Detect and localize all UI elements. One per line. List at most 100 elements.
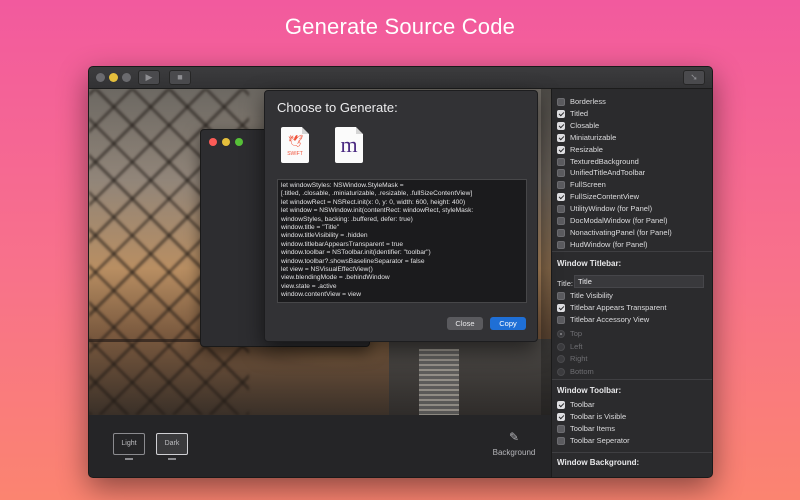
title-field-label: Title: — [557, 279, 573, 288]
run-button[interactable]: ▶ — [138, 70, 160, 85]
style-mask-option[interactable]: UnifiedTitleAndToolbar — [557, 168, 712, 179]
export-button[interactable]: ➘ — [683, 70, 705, 85]
preview-minimize-button[interactable] — [222, 138, 230, 146]
checkbox[interactable] — [557, 304, 565, 312]
checkbox[interactable] — [557, 98, 565, 106]
style-mask-option[interactable]: Closable — [557, 121, 712, 132]
style-mask-option[interactable]: Resizable — [557, 145, 712, 156]
swift-bird-icon: 🕊 — [288, 134, 304, 148]
title-input[interactable] — [574, 275, 704, 288]
option-label: Top — [570, 329, 583, 338]
checkbox[interactable] — [557, 413, 565, 421]
option-label: FullSizeContentView — [570, 192, 640, 202]
radio-button[interactable] — [557, 330, 565, 338]
checkbox[interactable] — [557, 193, 565, 202]
copy-button[interactable]: Copy — [490, 317, 526, 330]
preview-zoom-button[interactable] — [235, 138, 243, 146]
checkbox[interactable] — [557, 292, 565, 300]
code-line: window.toolbar?.showsBaselineSeparator =… — [281, 257, 425, 265]
code-line: let windowStyles: NSWindow.StyleMask = — [281, 182, 404, 189]
toolbar-option[interactable]: Toolbar is Visible — [557, 412, 712, 423]
generate-sheet: Choose to Generate: 🕊 SWIFT m let window… — [264, 90, 538, 342]
style-mask-option[interactable]: Borderless — [557, 97, 712, 108]
style-mask-option[interactable]: NonactivatingPanel (for Panel) — [557, 228, 712, 239]
accessory-position-option[interactable]: Bottom — [557, 367, 712, 378]
checkbox[interactable] — [557, 145, 565, 154]
code-line: let window = NSWindow.init(contentRect: … — [281, 207, 474, 215]
checkbox[interactable] — [557, 240, 565, 249]
toolbar-section-heading: Window Toolbar: — [557, 386, 622, 395]
option-label: Closable — [570, 120, 600, 130]
titlebar-option[interactable]: Titlebar Accessory View — [557, 315, 712, 326]
code-line: let view = NSVisualEffectView() — [281, 266, 373, 274]
objc-file-button[interactable]: m — [335, 127, 363, 163]
checkbox[interactable] — [557, 316, 565, 324]
code-output[interactable]: let windowStyles: NSWindow.StyleMask = [.… — [277, 179, 527, 303]
checkbox[interactable] — [557, 109, 565, 118]
style-mask-option[interactable]: FullSizeContentView — [557, 192, 712, 203]
checkbox[interactable] — [557, 205, 565, 214]
style-mask-option[interactable]: FullScreen — [557, 180, 712, 191]
checkbox[interactable] — [557, 401, 565, 409]
style-mask-option[interactable]: HudWindow (for Panel) — [557, 240, 712, 251]
objc-m-label: m — [340, 132, 358, 157]
stop-button[interactable]: ■ — [169, 70, 191, 85]
panel-divider — [552, 452, 712, 453]
radio-button[interactable] — [557, 367, 565, 376]
style-mask-option[interactable]: TexturedBackground — [557, 157, 712, 168]
option-label: Left — [570, 341, 583, 351]
zoom-window-button[interactable] — [122, 73, 131, 82]
radio-button[interactable] — [557, 355, 565, 363]
close-button[interactable]: Close — [447, 317, 483, 330]
preview-edge — [541, 89, 551, 415]
code-line: let windowRect = NSRect.init(x: 0, y: 0,… — [281, 198, 466, 206]
option-label: Miniaturizable — [570, 132, 617, 142]
checkbox[interactable] — [557, 217, 565, 225]
accessory-position-option[interactable]: Left — [557, 342, 712, 353]
style-mask-option[interactable]: Miniaturizable — [557, 133, 712, 144]
code-line: window.toolbar = NSToolbar.init(identifi… — [281, 249, 431, 257]
code-line: view.state = .active — [281, 282, 337, 290]
accessory-position-option[interactable]: Top — [557, 329, 712, 340]
checkbox[interactable] — [557, 169, 565, 178]
swift-file-button[interactable]: 🕊 SWIFT — [281, 127, 309, 163]
preview-close-button[interactable] — [209, 138, 217, 146]
code-line: window.title = "Title" — [281, 224, 340, 232]
option-label: UnifiedTitleAndToolbar — [570, 168, 646, 178]
option-label: TexturedBackground — [570, 156, 639, 166]
accessory-position-option[interactable]: Right — [557, 354, 712, 365]
code-line: window.titlebarAppearsTransparent = true — [281, 240, 403, 248]
style-mask-option[interactable]: Titled — [557, 109, 712, 120]
checkbox[interactable] — [557, 157, 565, 166]
option-label: NonactivatingPanel (for Panel) — [570, 227, 672, 237]
option-label: Resizable — [570, 144, 603, 154]
play-icon: ▶ — [145, 72, 153, 82]
window-titlebar: ▶ ■ ➘ — [89, 67, 712, 89]
option-label: DocModalWindow (for Panel) — [570, 216, 668, 225]
titlebar-option[interactable]: Titlebar Appears Transparent — [557, 303, 712, 314]
toolbar-option[interactable]: Toolbar Items — [557, 424, 712, 435]
checkbox[interactable] — [557, 133, 565, 142]
background-button[interactable]: ✎ Background — [489, 431, 539, 457]
background-image-icon: ✎ — [508, 430, 520, 444]
sheet-title: Choose to Generate: — [277, 100, 398, 115]
checkbox[interactable] — [557, 437, 565, 445]
checkbox[interactable] — [557, 181, 565, 190]
minimize-window-button[interactable] — [109, 73, 118, 82]
swift-label: SWIFT — [287, 151, 303, 157]
close-window-button[interactable] — [96, 73, 105, 82]
checkbox[interactable] — [557, 228, 565, 237]
page-headline: Generate Source Code — [284, 14, 516, 39]
toolbar-option[interactable]: Toolbar — [557, 400, 712, 411]
light-mode-button[interactable]: Light — [113, 433, 145, 460]
toolbar-option[interactable]: Toolbar Seperator — [557, 436, 712, 447]
dark-mode-button[interactable]: Dark — [156, 433, 188, 460]
titlebar-option[interactable]: Title Visibility — [557, 291, 712, 302]
style-mask-option[interactable]: DocModalWindow (for Panel) — [557, 216, 712, 227]
radio-button[interactable] — [557, 342, 565, 351]
style-mask-option[interactable]: UtilityWindow (for Panel) — [557, 204, 712, 215]
option-label: UtilityWindow (for Panel) — [570, 204, 653, 214]
checkbox[interactable] — [557, 425, 565, 433]
option-label: Toolbar is Visible — [570, 412, 627, 421]
checkbox[interactable] — [557, 121, 565, 130]
